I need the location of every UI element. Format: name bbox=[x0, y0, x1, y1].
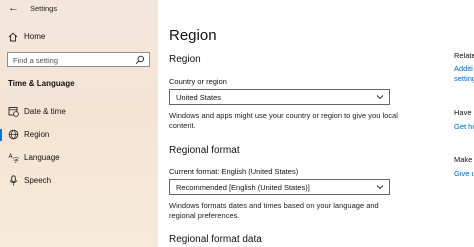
format-dropdown[interactable]: Recommended [English (United States)] bbox=[169, 179, 390, 195]
search-input[interactable]: Find a setting bbox=[7, 52, 150, 67]
chevron-down-icon bbox=[376, 95, 384, 100]
regional-format-heading: Regional format bbox=[169, 145, 240, 156]
country-dropdown[interactable]: United States bbox=[169, 89, 390, 105]
microphone-icon bbox=[9, 175, 18, 186]
format-value: Recommended [English (United States)] bbox=[176, 183, 310, 192]
language-icon: A 字 bbox=[9, 153, 20, 164]
sidebar-item-speech[interactable]: Speech bbox=[0, 172, 158, 190]
home-label: Home bbox=[24, 32, 46, 41]
country-description: Windows and apps might use your country … bbox=[169, 111, 398, 130]
section-title: Time & Language bbox=[8, 79, 75, 88]
page-title: Region bbox=[169, 27, 217, 44]
home-icon bbox=[8, 32, 18, 42]
sidebar: ← Settings Home Find a setting Time & La… bbox=[0, 0, 158, 247]
country-value: United States bbox=[176, 93, 222, 102]
chevron-down-icon bbox=[376, 185, 384, 190]
current-format-label: Current format: English (United States) bbox=[169, 167, 299, 176]
sidebar-item-label: Speech bbox=[24, 176, 52, 185]
get-help-link[interactable]: Get he bbox=[454, 122, 474, 131]
svg-text:字: 字 bbox=[13, 157, 19, 164]
main-content: Region Region Country or region United S… bbox=[158, 0, 474, 247]
nav-home[interactable]: Home bbox=[0, 28, 158, 46]
app-title: Settings bbox=[30, 4, 58, 13]
regional-format-data-heading: Regional format data bbox=[169, 234, 262, 245]
additional-settings-link-cont[interactable]: setting bbox=[454, 74, 474, 83]
sidebar-item-date-time[interactable]: Date & time bbox=[0, 103, 158, 121]
search-placeholder: Find a setting bbox=[13, 56, 59, 65]
sidebar-item-label: Language bbox=[24, 153, 60, 162]
sidebar-item-language[interactable]: A 字 Language bbox=[0, 149, 158, 167]
make-better-heading: Make bbox=[454, 155, 473, 164]
have-question-heading: Have a bbox=[454, 108, 474, 117]
region-heading: Region bbox=[169, 54, 201, 65]
sidebar-item-label: Region bbox=[24, 130, 50, 139]
title-bar: ← Settings bbox=[0, 0, 158, 18]
format-description: Windows formats dates and times based on… bbox=[169, 201, 379, 220]
country-label: Country or region bbox=[169, 77, 227, 86]
sidebar-item-label: Date & time bbox=[24, 107, 66, 116]
related-settings-panel: Relate Additi setting Have a Get he Make… bbox=[453, 0, 474, 247]
back-arrow-icon[interactable]: ← bbox=[8, 2, 19, 14]
related-heading: Relate bbox=[454, 51, 474, 60]
globe-icon bbox=[8, 129, 19, 140]
calendar-clock-icon bbox=[8, 107, 19, 117]
give-feedback-link[interactable]: Give u bbox=[454, 169, 474, 178]
search-icon[interactable] bbox=[135, 55, 145, 65]
additional-settings-link[interactable]: Additi bbox=[454, 64, 473, 73]
sidebar-item-region[interactable]: Region bbox=[0, 126, 158, 144]
